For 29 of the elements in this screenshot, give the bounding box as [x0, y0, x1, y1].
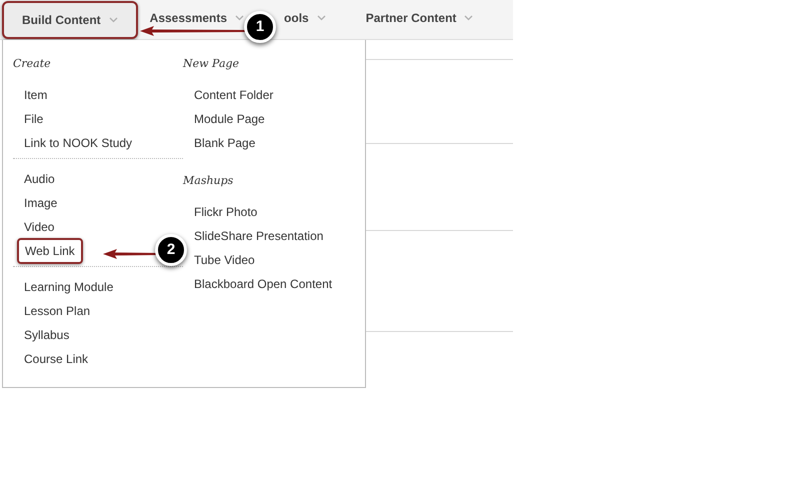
nav-tab[interactable]: Assessments: [150, 12, 244, 24]
menu-item[interactable]: Flickr Photo: [194, 203, 258, 221]
menu-item[interactable]: Video: [24, 218, 54, 236]
menu-item[interactable]: File: [24, 110, 44, 128]
menu-item[interactable]: Blackboard Open Content: [194, 275, 332, 293]
chevron-down-icon: [464, 14, 474, 20]
menu-item[interactable]: Tube Video: [194, 251, 255, 269]
chevron-down-icon: [108, 16, 118, 22]
menu-item[interactable]: Content Folder: [194, 86, 274, 104]
menu-section-heading: Create: [13, 56, 52, 72]
menu-item[interactable]: Blank Page: [194, 134, 256, 152]
menu-item[interactable]: Module Page: [194, 110, 265, 128]
chevron-down-icon: [316, 14, 326, 20]
menu-item[interactable]: Link to NOOK Study: [24, 134, 132, 152]
menu-section-heading: New Page: [183, 56, 240, 72]
menu-item[interactable]: Course Link: [24, 350, 88, 368]
nav-tab[interactable]: ools: [284, 12, 326, 24]
menu-item[interactable]: Audio: [24, 170, 55, 188]
menu-item[interactable]: SlideShare Presentation: [194, 227, 324, 245]
menu-item[interactable]: Web Link: [17, 238, 83, 264]
menu-item[interactable]: Image: [24, 194, 58, 212]
menu-item[interactable]: Item: [24, 86, 48, 104]
menu-section-heading: Mashups: [183, 173, 234, 189]
menu-item[interactable]: Syllabus: [24, 326, 70, 344]
menu-item[interactable]: Learning Module: [24, 278, 114, 296]
menu-item[interactable]: Lesson Plan: [24, 302, 90, 320]
chevron-down-icon: [235, 14, 244, 20]
nav-tab[interactable]: Partner Content: [366, 12, 474, 24]
nav-tab[interactable]: Build Content: [2, 0, 138, 38]
